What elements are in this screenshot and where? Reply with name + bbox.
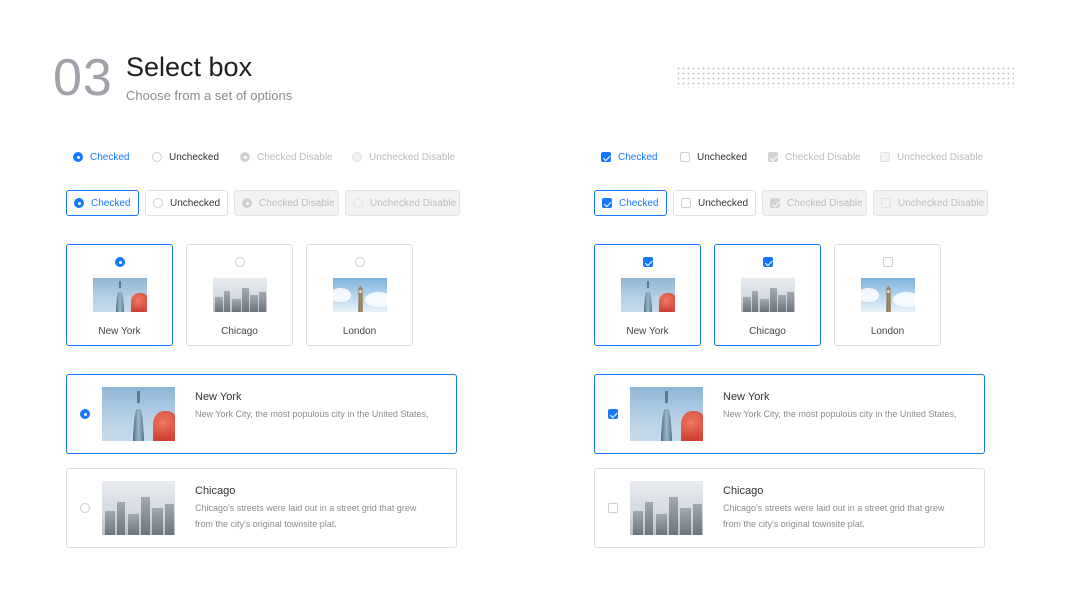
radio-option-unchecked-disabled: Unchecked Disable xyxy=(352,150,455,164)
radio-card-new-york[interactable]: New York xyxy=(66,244,173,346)
chicago-image xyxy=(630,481,703,535)
option-label: Checked xyxy=(91,197,131,209)
checkbox-icon xyxy=(601,152,611,162)
radio-button-unchecked[interactable]: Unchecked xyxy=(145,190,228,216)
card-label: London xyxy=(342,326,377,337)
checkbox-option-checked[interactable]: Checked xyxy=(601,150,657,164)
radio-button-unchecked-disabled: Unchecked Disable xyxy=(345,190,460,216)
radio-button-checked[interactable]: Checked xyxy=(66,190,139,216)
checkbox-list-item-new-york[interactable]: New York New York City, the most populou… xyxy=(594,374,985,454)
radio-icon xyxy=(352,152,362,162)
option-label: Checked Disable xyxy=(257,151,333,163)
list-item-title: Chicago xyxy=(195,485,236,497)
checkbox-icon xyxy=(883,257,893,267)
checkbox-option-checked-disabled: Checked Disable xyxy=(768,150,861,164)
list-item-description: New York City, the most populous city in… xyxy=(723,409,957,419)
option-label: Unchecked Disable xyxy=(897,151,984,163)
option-label: Checked Disable xyxy=(259,197,335,209)
radio-icon xyxy=(74,198,84,208)
radio-icon xyxy=(355,257,365,267)
checkbox-button-unchecked-disabled: Unchecked Disable xyxy=(873,190,988,216)
section-number: 03 xyxy=(53,49,113,107)
page-title: Select box xyxy=(126,52,253,82)
checkbox-icon xyxy=(881,198,891,208)
list-item-title: New York xyxy=(195,391,242,403)
option-label: Unchecked xyxy=(170,197,221,209)
card-label: New York xyxy=(98,326,141,337)
option-label: Unchecked xyxy=(698,197,749,209)
radio-icon xyxy=(80,503,90,513)
option-label: Checked xyxy=(618,151,658,163)
checkbox-icon xyxy=(770,198,780,208)
option-label: Unchecked Disable xyxy=(898,197,985,209)
checkbox-icon xyxy=(643,257,653,267)
radio-card-london[interactable]: London xyxy=(306,244,413,346)
list-item-description: Chicago's streets were laid out in a str… xyxy=(195,503,417,529)
checkbox-card-chicago[interactable]: Chicago xyxy=(714,244,821,346)
checkbox-icon xyxy=(608,409,618,419)
option-label: Unchecked xyxy=(169,151,220,163)
radio-icon xyxy=(153,198,163,208)
radio-button-checked-disabled: Checked Disable xyxy=(234,190,339,216)
radio-icon xyxy=(353,198,363,208)
option-label: Unchecked xyxy=(697,151,748,163)
radio-option-unchecked[interactable]: Unchecked xyxy=(152,150,219,164)
option-label: Checked Disable xyxy=(785,151,861,163)
checkbox-list-item-chicago[interactable]: Chicago Chicago's streets were laid out … xyxy=(594,468,985,548)
radio-option-checked-disabled: Checked Disable xyxy=(240,150,333,164)
checkbox-card-new-york[interactable]: New York xyxy=(594,244,701,346)
list-item-description: New York City, the most populous city in… xyxy=(195,409,429,419)
checkbox-icon xyxy=(880,152,890,162)
checkbox-button-checked[interactable]: Checked xyxy=(594,190,667,216)
chicago-image xyxy=(741,278,795,312)
checkbox-button-unchecked[interactable]: Unchecked xyxy=(673,190,756,216)
card-label: New York xyxy=(626,326,669,337)
radio-icon xyxy=(242,198,252,208)
checkbox-icon xyxy=(608,503,618,513)
radio-option-checked[interactable]: Checked xyxy=(73,150,129,164)
radio-icon xyxy=(115,257,125,267)
option-label: Unchecked Disable xyxy=(369,151,456,163)
radio-icon xyxy=(240,152,250,162)
card-label: Chicago xyxy=(221,326,258,337)
checkbox-icon xyxy=(680,152,690,162)
chicago-image xyxy=(213,278,267,312)
page-subtitle: Choose from a set of options xyxy=(126,88,293,103)
radio-icon xyxy=(80,409,90,419)
london-image xyxy=(861,278,915,312)
list-item-title: Chicago xyxy=(723,485,764,497)
checkbox-icon xyxy=(768,152,778,162)
new-york-image xyxy=(93,278,147,312)
checkbox-button-checked-disabled: Checked Disable xyxy=(762,190,867,216)
option-label: Checked xyxy=(90,151,130,163)
radio-list-item-chicago[interactable]: Chicago Chicago's streets were laid out … xyxy=(66,468,457,548)
new-york-image xyxy=(621,278,675,312)
radio-icon xyxy=(73,152,83,162)
london-image xyxy=(333,278,387,312)
list-item-description: Chicago's streets were laid out in a str… xyxy=(723,503,945,529)
option-label: Checked Disable xyxy=(787,197,863,209)
radio-list-item-new-york[interactable]: New York New York City, the most populou… xyxy=(66,374,457,454)
chicago-image xyxy=(102,481,175,535)
dot-pattern-decoration xyxy=(676,66,1014,88)
card-label: London xyxy=(870,326,905,337)
new-york-image xyxy=(102,387,175,441)
checkbox-option-unchecked-disabled: Unchecked Disable xyxy=(880,150,983,164)
new-york-image xyxy=(630,387,703,441)
radio-icon xyxy=(235,257,245,267)
checkbox-option-unchecked[interactable]: Unchecked xyxy=(680,150,747,164)
checkbox-icon xyxy=(763,257,773,267)
option-label: Checked xyxy=(619,197,659,209)
checkbox-icon xyxy=(602,198,612,208)
card-label: Chicago xyxy=(749,326,786,337)
checkbox-card-london[interactable]: London xyxy=(834,244,941,346)
list-item-title: New York xyxy=(723,391,770,403)
radio-icon xyxy=(152,152,162,162)
checkbox-icon xyxy=(681,198,691,208)
option-label: Unchecked Disable xyxy=(370,197,457,209)
radio-card-chicago[interactable]: Chicago xyxy=(186,244,293,346)
